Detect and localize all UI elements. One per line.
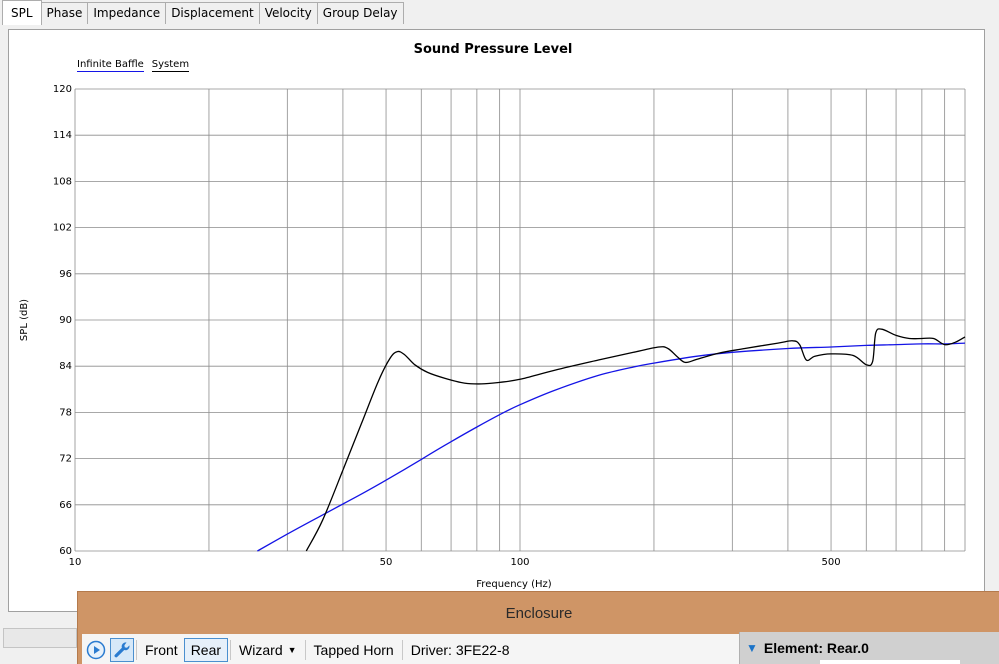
element-label: Element: Rear.0 <box>763 640 869 656</box>
tapped-horn-label: Tapped Horn <box>313 641 394 658</box>
y-tick-label: 84 <box>59 361 72 372</box>
toolbar-separator <box>230 639 232 660</box>
chart-grid <box>74 88 966 552</box>
wrench-icon[interactable] <box>110 637 134 662</box>
chart-series <box>257 328 966 552</box>
x-tick-label: 100 <box>510 557 529 568</box>
element-value-box[interactable] <box>820 660 960 664</box>
x-axis-ticks: 10 50 100 500 <box>69 557 841 568</box>
y-tick-label: 108 <box>53 176 72 187</box>
legend-system[interactable]: System <box>151 59 190 72</box>
front-button[interactable]: Front <box>139 638 184 662</box>
y-tick-label: 78 <box>59 407 72 418</box>
wizard-button[interactable]: Wizard ▼ <box>233 638 302 662</box>
y-tick-label: 60 <box>59 546 72 557</box>
wizard-label: Wizard <box>239 641 283 658</box>
x-tick-label: 500 <box>821 557 840 568</box>
y-axis-ticks: 60 66 72 78 84 90 96 102 108 114 120 <box>53 84 72 557</box>
series-line-infinite-baffle <box>257 342 966 552</box>
toolbar-separator <box>401 639 403 660</box>
toolbar-separator <box>136 639 137 660</box>
y-tick-label: 66 <box>59 500 72 511</box>
tab-group-delay[interactable]: Group Delay <box>316 2 404 24</box>
element-panel-header[interactable]: ▼ Element: Rear.0 <box>739 632 999 664</box>
chevron-down-icon: ▼ <box>287 644 297 655</box>
spl-chart-panel: Sound Pressure Level 60 66 72 78 84 90 96 102 10… <box>8 29 985 612</box>
y-tick-label: 96 <box>59 269 72 280</box>
rear-button[interactable]: Rear <box>183 637 229 662</box>
driver-label: Driver: 3FE22-8 <box>410 641 510 658</box>
chart-legend: Infinite Baffle System <box>77 59 190 72</box>
enclosure-toolbar: Front Rear Wizard ▼ Tapped Horn Driver: … <box>82 634 742 664</box>
tab-phase[interactable]: Phase <box>40 2 89 24</box>
legend-infinite-baffle[interactable]: Infinite Baffle <box>77 59 144 72</box>
tab-spl[interactable]: SPL <box>2 0 42 25</box>
y-tick-label: 72 <box>59 454 72 465</box>
y-tick-label: 102 <box>53 223 72 234</box>
tab-displacement[interactable]: Displacement <box>165 2 260 24</box>
status-field <box>3 628 77 648</box>
x-tick-label: 50 <box>380 557 393 568</box>
x-axis-label: Frequency (Hz) <box>476 579 552 590</box>
play-icon[interactable] <box>84 638 108 662</box>
chart-title: Sound Pressure Level <box>414 42 573 57</box>
y-tick-label: 90 <box>59 315 72 326</box>
y-tick-label: 120 <box>53 84 72 95</box>
toolbar-separator <box>304 639 306 660</box>
spl-chart: Sound Pressure Level 60 66 72 78 84 90 96 102 10… <box>19 42 966 590</box>
tab-impedance[interactable]: Impedance <box>87 2 167 24</box>
tab-velocity[interactable]: Velocity <box>258 2 318 24</box>
y-tick-label: 114 <box>53 130 72 141</box>
collapse-triangle-icon: ▼ <box>746 641 758 655</box>
y-axis-label: SPL (dB) <box>19 299 30 341</box>
x-tick-label: 10 <box>69 557 82 568</box>
tab-list: SPL Phase Impedance Displacement Velocit… <box>2 0 404 25</box>
chart-tab-bar: SPL Phase Impedance Displacement Velocit… <box>0 0 999 25</box>
enclosure-title: Enclosure <box>505 605 573 622</box>
app-window: SPL Phase Impedance Displacement Velocit… <box>0 0 999 664</box>
